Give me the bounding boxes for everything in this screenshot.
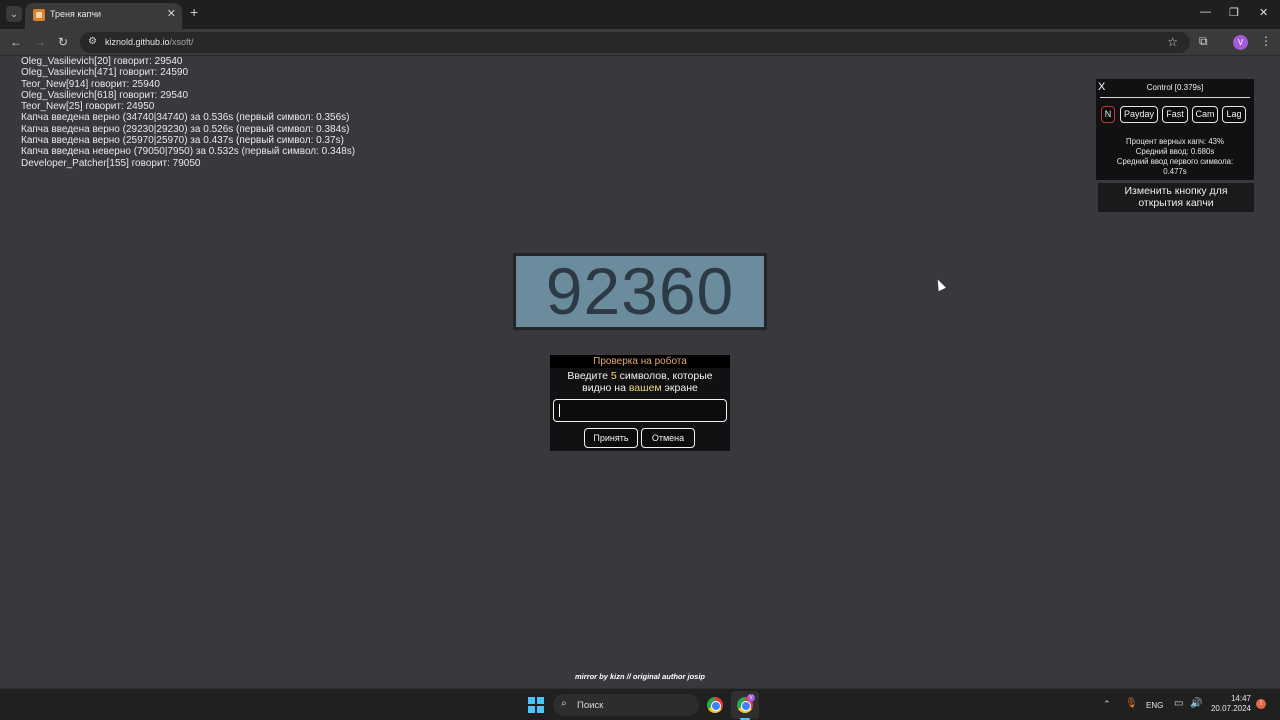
microphone-icon[interactable]: 🎙 [1125, 698, 1138, 709]
chrome-profile-badge: V [747, 694, 755, 702]
captcha-input[interactable] [553, 399, 727, 422]
dialog-msg-part: экране [661, 382, 698, 394]
browser-tab-strip: ⌄ Треня капчи ✕ + — ❐ ✕ [0, 0, 1280, 29]
dialog-msg-part: Введите [567, 370, 611, 382]
chat-log-line: Капча введена верно (25970|25970) за 0.4… [21, 135, 344, 147]
stat-average-input: Средний ввод: 0.680s [1135, 147, 1215, 156]
search-icon: ⌕ [561, 698, 567, 709]
taskbar: ⌕ Поиск V ⌃ 🎙 ENG ▭ 🔊 14:47 20.07.2024 ! [0, 688, 1280, 720]
chat-log-line: Teor_New[914] говорит: 25940 [21, 78, 160, 90]
site-info-icon[interactable]: ⚙ [88, 36, 97, 47]
stat-first-char-label: Средний ввод первого символа: [1116, 157, 1234, 166]
browser-tab[interactable]: Треня капчи ✕ [25, 3, 182, 29]
bookmark-star-icon[interactable]: ☆ [1167, 35, 1178, 49]
mouse-cursor-icon [934, 277, 946, 292]
forward-arrow-right-icon[interactable]: → [34, 35, 46, 49]
chat-log-line: Капча введена верно (34740|34740) за 0.5… [21, 112, 350, 124]
volume-icon[interactable]: 🔊 [1190, 698, 1202, 709]
window-minimize-button[interactable]: — [1200, 6, 1211, 18]
chat-log-line: Oleg_Vasilievich[20] говорит: 29540 [21, 56, 183, 67]
control-payday-button[interactable]: Payday [1120, 106, 1158, 123]
tab-title: Треня капчи [50, 9, 102, 19]
tray-chevron-up-icon[interactable]: ⌃ [1103, 699, 1111, 710]
chat-log-line: Капча введена верно (29230|29230) за 0.5… [21, 123, 350, 135]
taskbar-search-placeholder: Поиск [577, 700, 604, 711]
window-close-button[interactable]: ✕ [1259, 6, 1268, 19]
robot-check-dialog: Проверка на робота Введите 5 символов, к… [550, 355, 730, 451]
screen: ⌄ Треня капчи ✕ + — ❐ ✕ ← → ↻ ⚙ kiznold.… [0, 0, 1280, 720]
back-arrow-left-icon[interactable]: ← [10, 35, 22, 49]
stat-first-char-value: 0.477s [1163, 167, 1187, 176]
notification-badge[interactable]: ! [1256, 699, 1266, 709]
chrome-icon[interactable] [707, 697, 723, 713]
chat-log-line: Developer_Patcher[155] говорит: 79050 [21, 157, 201, 169]
dialog-message: Введите 5 символов, которые видно на ваш… [554, 370, 726, 394]
change-captcha-key-button[interactable]: Изменить кнопку для открытия капчи [1098, 183, 1254, 212]
clock-date: 20.07.2024 [1210, 704, 1251, 713]
cancel-button[interactable]: Отмена [641, 428, 695, 448]
stat-correct-percent: Процент верных капч: 43% [1126, 137, 1224, 146]
text-caret [559, 404, 560, 417]
tab-close-icon[interactable]: ✕ [167, 7, 176, 20]
reload-icon[interactable]: ↻ [58, 35, 68, 49]
input-language[interactable]: ENG [1146, 701, 1163, 710]
url-host: kiznold.github.io [105, 37, 170, 47]
chat-log-line: Капча введена неверно (79050|7950) за 0.… [21, 146, 356, 158]
tab-search-chevron-down-icon[interactable]: ⌄ [6, 6, 22, 22]
tab-favicon-icon [33, 9, 45, 21]
url-path: /xsoft/ [169, 37, 194, 47]
dialog-msg-highlight: вашем [628, 382, 662, 394]
control-panel: X Control [0.379s] N Payday Fast Cam Lag… [1096, 79, 1254, 180]
browser-toolbar: ← → ↻ ⚙ kiznold.github.io/xsoft/ ☆ [0, 29, 1280, 56]
control-lag-button[interactable]: Lag [1222, 106, 1246, 123]
chat-log: Oleg_Vasilievich[20] говорит: 29540 Oleg_… [21, 56, 355, 169]
dialog-title: Проверка на робота [550, 355, 730, 368]
control-title: Control [0.379s] [1146, 83, 1204, 92]
captcha-image: 92360 [513, 253, 767, 330]
clock[interactable]: 14:47 20.07.2024 [1205, 694, 1251, 714]
change-button-line: Изменить кнопку для [1124, 185, 1228, 197]
new-tab-plus-icon[interactable]: + [190, 4, 198, 20]
divider [1100, 97, 1250, 98]
address-bar[interactable]: ⚙ kiznold.github.io/xsoft/ ☆ [80, 32, 1190, 53]
dialog-msg-part: видно на [582, 382, 629, 394]
change-button-line: открытия капчи [1138, 197, 1214, 209]
control-cam-button[interactable]: Cam [1192, 106, 1218, 123]
network-icon[interactable]: ▭ [1174, 698, 1183, 709]
dialog-msg-part: символов, которые [616, 370, 713, 382]
chat-log-line: Teor_New[25] говорит: 24950 [21, 101, 155, 113]
taskbar-search[interactable]: ⌕ Поиск [553, 694, 699, 716]
profile-avatar[interactable]: V [1233, 35, 1248, 50]
control-stats: Процент верных капч: 43% Средний ввод: 0… [1100, 137, 1250, 177]
start-windows-logo-icon[interactable] [528, 697, 544, 713]
page-footer: mirror by kizn // original author josip [574, 672, 706, 681]
chat-log-line: Oleg_Vasilievich[618] говорит: 29540 [21, 89, 189, 101]
chat-log-line: Oleg_Vasilievich[471] говорит: 24590 [21, 67, 189, 79]
url-text: kiznold.github.io/xsoft/ [105, 37, 194, 47]
accept-button[interactable]: Принять [584, 428, 638, 448]
control-fast-button[interactable]: Fast [1162, 106, 1188, 123]
control-n-button[interactable]: N [1101, 106, 1115, 123]
clock-time: 14:47 [1230, 694, 1251, 703]
captcha-code: 92360 [545, 254, 735, 328]
menu-more-vertical-icon[interactable]: ⋮ [1260, 34, 1272, 48]
extensions-puzzle-icon[interactable]: ⧉ [1199, 34, 1208, 49]
window-maximize-button[interactable]: ❐ [1229, 6, 1239, 19]
